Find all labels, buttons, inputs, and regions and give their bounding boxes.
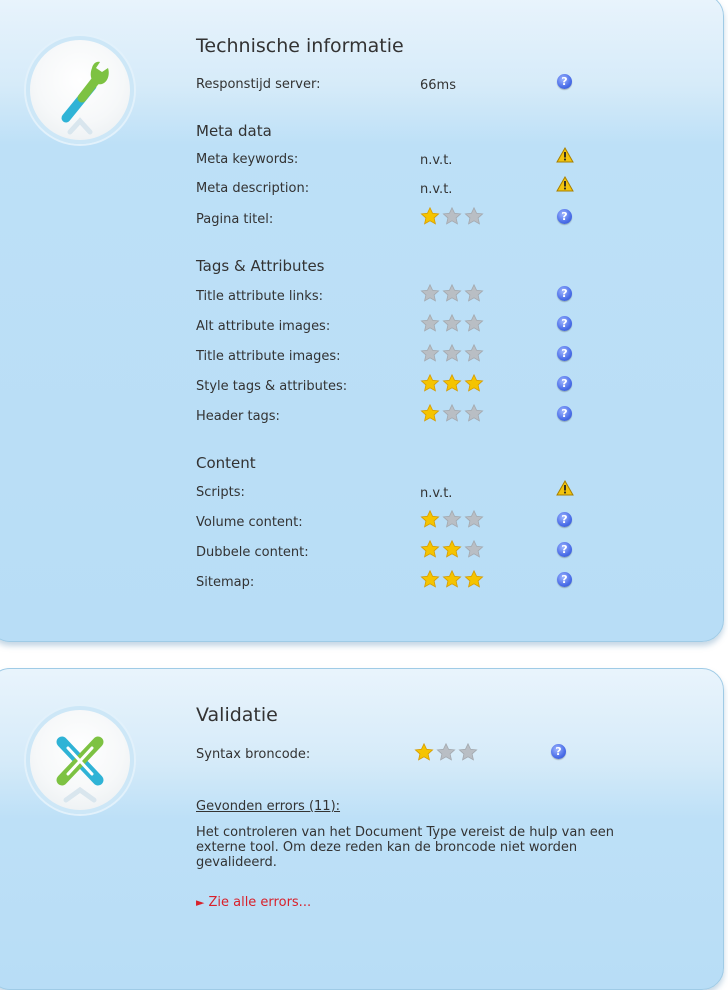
x-mark-icon	[56, 736, 104, 803]
star-filled-icon	[464, 374, 484, 392]
arrow-right-icon: ►	[196, 896, 205, 909]
row-label: Scripts:	[196, 485, 245, 500]
row-label: Pagina titel:	[196, 212, 274, 227]
row-label: Meta keywords:	[196, 152, 299, 167]
star-empty-icon	[442, 404, 462, 422]
row-value: n.v.t.	[420, 182, 453, 197]
help-icon[interactable]: ?	[557, 512, 572, 527]
row-value: n.v.t.	[420, 153, 453, 168]
star-empty-icon	[442, 344, 462, 362]
validation-logo	[26, 706, 134, 814]
star-empty-icon	[442, 510, 462, 528]
group-title: Meta data	[196, 122, 272, 140]
help-icon[interactable]: ?	[557, 406, 572, 421]
row-rating	[420, 404, 486, 422]
technical-info-panel	[0, 0, 724, 642]
row-rating	[420, 314, 486, 332]
row-rating	[420, 540, 486, 558]
row-label: Volume content:	[196, 515, 303, 530]
technical-logo	[26, 36, 134, 144]
star-filled-icon	[420, 540, 440, 558]
help-icon[interactable]: ?	[557, 74, 572, 89]
star-empty-icon	[442, 314, 462, 332]
group-title: Tags & Attributes	[196, 257, 325, 275]
star-empty-icon	[420, 344, 440, 362]
star-empty-icon	[442, 207, 462, 225]
star-empty-icon	[420, 284, 440, 302]
star-filled-icon	[420, 404, 440, 422]
see-all-errors-label: Zie alle errors...	[208, 895, 312, 910]
section-title-technical: Technische informatie	[196, 35, 404, 57]
warning-icon[interactable]	[556, 175, 574, 192]
star-filled-icon	[464, 570, 484, 588]
star-empty-icon	[464, 344, 484, 362]
wrench-icon	[61, 61, 109, 135]
help-icon[interactable]: ?	[557, 209, 572, 224]
syntax-help-icon[interactable]: ?	[551, 744, 566, 759]
warning-icon[interactable]	[556, 146, 574, 163]
row-label: Meta description:	[196, 181, 310, 196]
row-rating	[420, 207, 486, 225]
star-empty-icon	[464, 510, 484, 528]
star-empty-icon	[464, 404, 484, 422]
star-filled-icon	[420, 510, 440, 528]
row-value: 66ms	[420, 78, 456, 93]
row-rating	[420, 374, 486, 392]
star-empty-icon	[464, 540, 484, 558]
star-filled-icon	[420, 207, 440, 225]
row-label: Header tags:	[196, 409, 280, 424]
star-filled-icon	[420, 570, 440, 588]
row-rating	[420, 510, 486, 528]
syntax-label: Syntax broncode:	[196, 747, 311, 762]
star-empty-icon	[458, 743, 478, 761]
star-filled-icon	[442, 540, 462, 558]
star-filled-icon	[414, 743, 434, 761]
row-rating	[420, 344, 486, 362]
row-value: n.v.t.	[420, 486, 453, 501]
star-empty-icon	[436, 743, 456, 761]
help-icon[interactable]: ?	[557, 542, 572, 557]
help-icon[interactable]: ?	[557, 572, 572, 587]
errors-heading: Gevonden errors (11):	[196, 799, 341, 814]
row-label: Alt attribute images:	[196, 319, 331, 334]
star-empty-icon	[442, 284, 462, 302]
row-label: Title attribute images:	[196, 349, 341, 364]
star-empty-icon	[464, 207, 484, 225]
syntax-rating	[414, 743, 480, 761]
star-filled-icon	[420, 374, 440, 392]
row-label: Title attribute links:	[196, 289, 323, 304]
star-empty-icon	[420, 314, 440, 332]
row-label: Dubbele content:	[196, 545, 309, 560]
row-label: Sitemap:	[196, 575, 255, 590]
row-label: Responstijd server:	[196, 77, 321, 92]
row-rating	[420, 570, 486, 588]
group-title: Content	[196, 454, 256, 472]
help-icon[interactable]: ?	[557, 316, 572, 331]
star-filled-icon	[442, 374, 462, 392]
help-icon[interactable]: ?	[557, 346, 572, 361]
help-icon[interactable]: ?	[557, 286, 572, 301]
row-label: Style tags & attributes:	[196, 379, 348, 394]
row-rating	[420, 284, 486, 302]
errors-description: Het controleren van het Document Type ve…	[196, 825, 614, 870]
star-empty-icon	[464, 314, 484, 332]
star-empty-icon	[464, 284, 484, 302]
section-title-validation: Validatie	[196, 704, 278, 726]
see-all-errors-link[interactable]: ► Zie alle errors...	[196, 895, 311, 910]
warning-icon[interactable]	[556, 479, 574, 496]
star-filled-icon	[442, 570, 462, 588]
help-icon[interactable]: ?	[557, 376, 572, 391]
